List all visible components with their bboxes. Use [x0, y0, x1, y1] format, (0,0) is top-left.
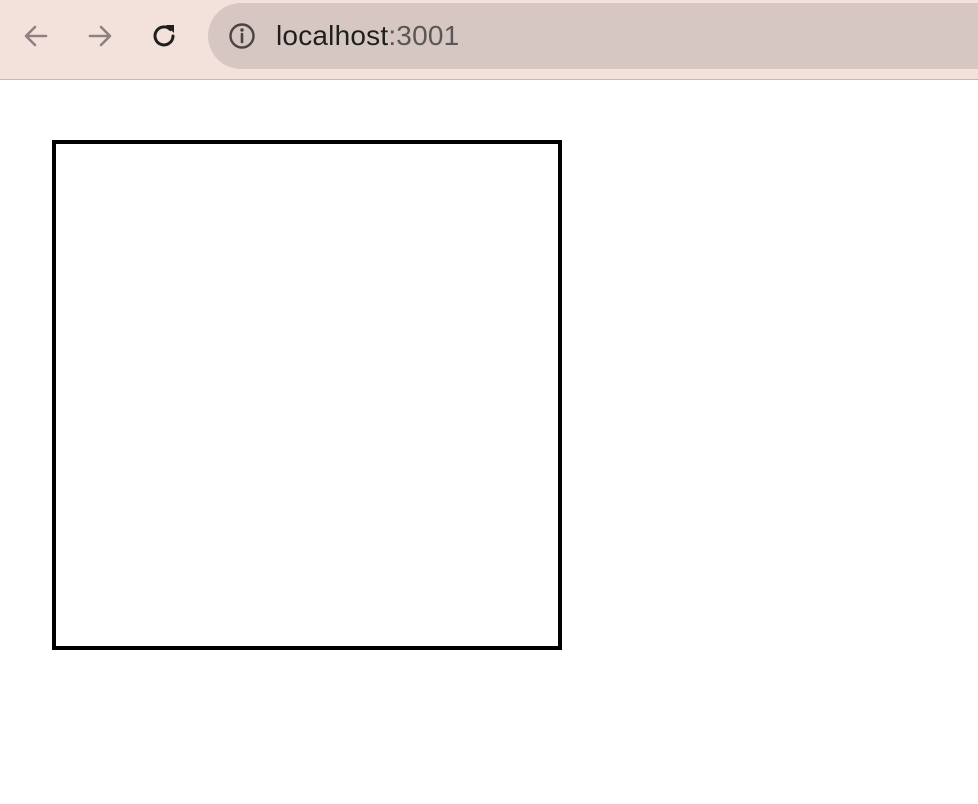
url-text: localhost:3001	[276, 21, 459, 51]
back-arrow-icon	[22, 22, 50, 50]
outlined-square-box	[52, 140, 562, 650]
info-icon[interactable]	[228, 22, 256, 50]
reload-icon	[149, 21, 179, 51]
browser-toolbar: localhost:3001	[0, 0, 978, 80]
url-host: localhost	[276, 20, 389, 51]
page-content	[0, 80, 978, 804]
forward-button[interactable]	[78, 14, 122, 58]
url-port: :3001	[388, 20, 460, 51]
address-bar[interactable]: localhost:3001	[208, 3, 978, 69]
reload-button[interactable]	[142, 14, 186, 58]
forward-arrow-icon	[86, 22, 114, 50]
back-button[interactable]	[14, 14, 58, 58]
